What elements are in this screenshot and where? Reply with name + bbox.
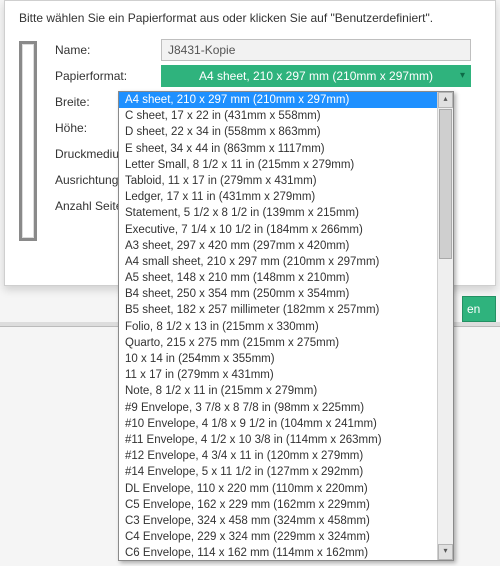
- dropdown-item[interactable]: 10 x 14 in (254mm x 355mm): [119, 351, 437, 367]
- dropdown-item[interactable]: B5 sheet, 182 x 257 millimeter (182mm x …: [119, 302, 437, 318]
- dropdown-item[interactable]: #14 Envelope, 5 x 11 1/2 in (127mm x 292…: [119, 464, 437, 480]
- preview-column: [19, 39, 45, 241]
- dropdown-item[interactable]: A4 sheet, 210 x 297 mm (210mm x 297mm): [119, 92, 437, 108]
- dropdown-item[interactable]: C4 Envelope, 229 x 324 mm (229mm x 324mm…: [119, 529, 437, 545]
- dropdown-item[interactable]: C3 Envelope, 324 x 458 mm (324mm x 458mm…: [119, 513, 437, 529]
- dropdown-item[interactable]: 11 x 17 in (279mm x 431mm): [119, 367, 437, 383]
- dropdown-item[interactable]: #12 Envelope, 4 3/4 x 11 in (120mm x 279…: [119, 448, 437, 464]
- dropdown-item[interactable]: Letter Small, 8 1/2 x 11 in (215mm x 279…: [119, 157, 437, 173]
- dropdown-item[interactable]: Executive, 7 1/4 x 10 1/2 in (184mm x 26…: [119, 222, 437, 238]
- dropdown-item[interactable]: Statement, 5 1/2 x 8 1/2 in (139mm x 215…: [119, 205, 437, 221]
- dropdown-scrollbar[interactable]: ▴ ▾: [437, 92, 453, 560]
- paper-format-dropdown[interactable]: A4 sheet, 210 x 297 mm (210mm x 297mm)C …: [118, 91, 454, 561]
- dropdown-item[interactable]: #9 Envelope, 3 7/8 x 8 7/8 in (98mm x 22…: [119, 400, 437, 416]
- dropdown-item[interactable]: Note, 8 1/2 x 11 in (215mm x 279mm): [119, 383, 437, 399]
- dropdown-item[interactable]: A5 sheet, 148 x 210 mm (148mm x 210mm): [119, 270, 437, 286]
- label-paper-format: Papierformat:: [55, 67, 151, 85]
- page-preview-thumb: [19, 41, 37, 241]
- chevron-down-icon: ▾: [460, 65, 465, 87]
- dropdown-item[interactable]: B4 sheet, 250 x 354 mm (250mm x 354mm): [119, 286, 437, 302]
- dropdown-item[interactable]: DL Envelope, 110 x 220 mm (110mm x 220mm…: [119, 481, 437, 497]
- dropdown-item[interactable]: D sheet, 22 x 34 in (558mm x 863mm): [119, 124, 437, 140]
- scroll-thumb[interactable]: [439, 109, 452, 259]
- dropdown-item[interactable]: C sheet, 17 x 22 in (431mm x 558mm): [119, 108, 437, 124]
- dropdown-item[interactable]: Tabloid, 11 x 17 in (279mm x 431mm): [119, 173, 437, 189]
- dropdown-item[interactable]: E sheet, 34 x 44 in (863mm x 1117mm): [119, 141, 437, 157]
- dropdown-item[interactable]: Quarto, 215 x 275 mm (215mm x 275mm): [119, 335, 437, 351]
- paper-format-combo[interactable]: A4 sheet, 210 x 297 mm (210mm x 297mm) ▾: [161, 65, 471, 87]
- scroll-down-button[interactable]: ▾: [438, 544, 453, 560]
- dialog-confirm-button-fragment[interactable]: en: [462, 296, 496, 322]
- dropdown-item[interactable]: A3 sheet, 297 x 420 mm (297mm x 420mm): [119, 238, 437, 254]
- dropdown-item[interactable]: Ledger, 17 x 11 in (431mm x 279mm): [119, 189, 437, 205]
- name-field[interactable]: [161, 39, 471, 61]
- dropdown-item[interactable]: C5 Envelope, 162 x 229 mm (162mm x 229mm…: [119, 497, 437, 513]
- combo-selected-text: A4 sheet, 210 x 297 mm (210mm x 297mm): [199, 69, 433, 83]
- dropdown-item[interactable]: A4 small sheet, 210 x 297 mm (210mm x 29…: [119, 254, 437, 270]
- scroll-up-button[interactable]: ▴: [438, 92, 453, 108]
- dropdown-item[interactable]: #10 Envelope, 4 1/8 x 9 1/2 in (104mm x …: [119, 416, 437, 432]
- label-name: Name:: [55, 41, 151, 59]
- dropdown-item[interactable]: Folio, 8 1/2 x 13 in (215mm x 330mm): [119, 319, 437, 335]
- dropdown-items-list: A4 sheet, 210 x 297 mm (210mm x 297mm)C …: [119, 92, 437, 560]
- dropdown-item[interactable]: #11 Envelope, 4 1/2 x 10 3/8 in (114mm x…: [119, 432, 437, 448]
- dropdown-item[interactable]: C6 Envelope, 114 x 162 mm (114mm x 162mm…: [119, 545, 437, 560]
- instruction-text: Bitte wählen Sie ein Papierformat aus od…: [19, 11, 481, 25]
